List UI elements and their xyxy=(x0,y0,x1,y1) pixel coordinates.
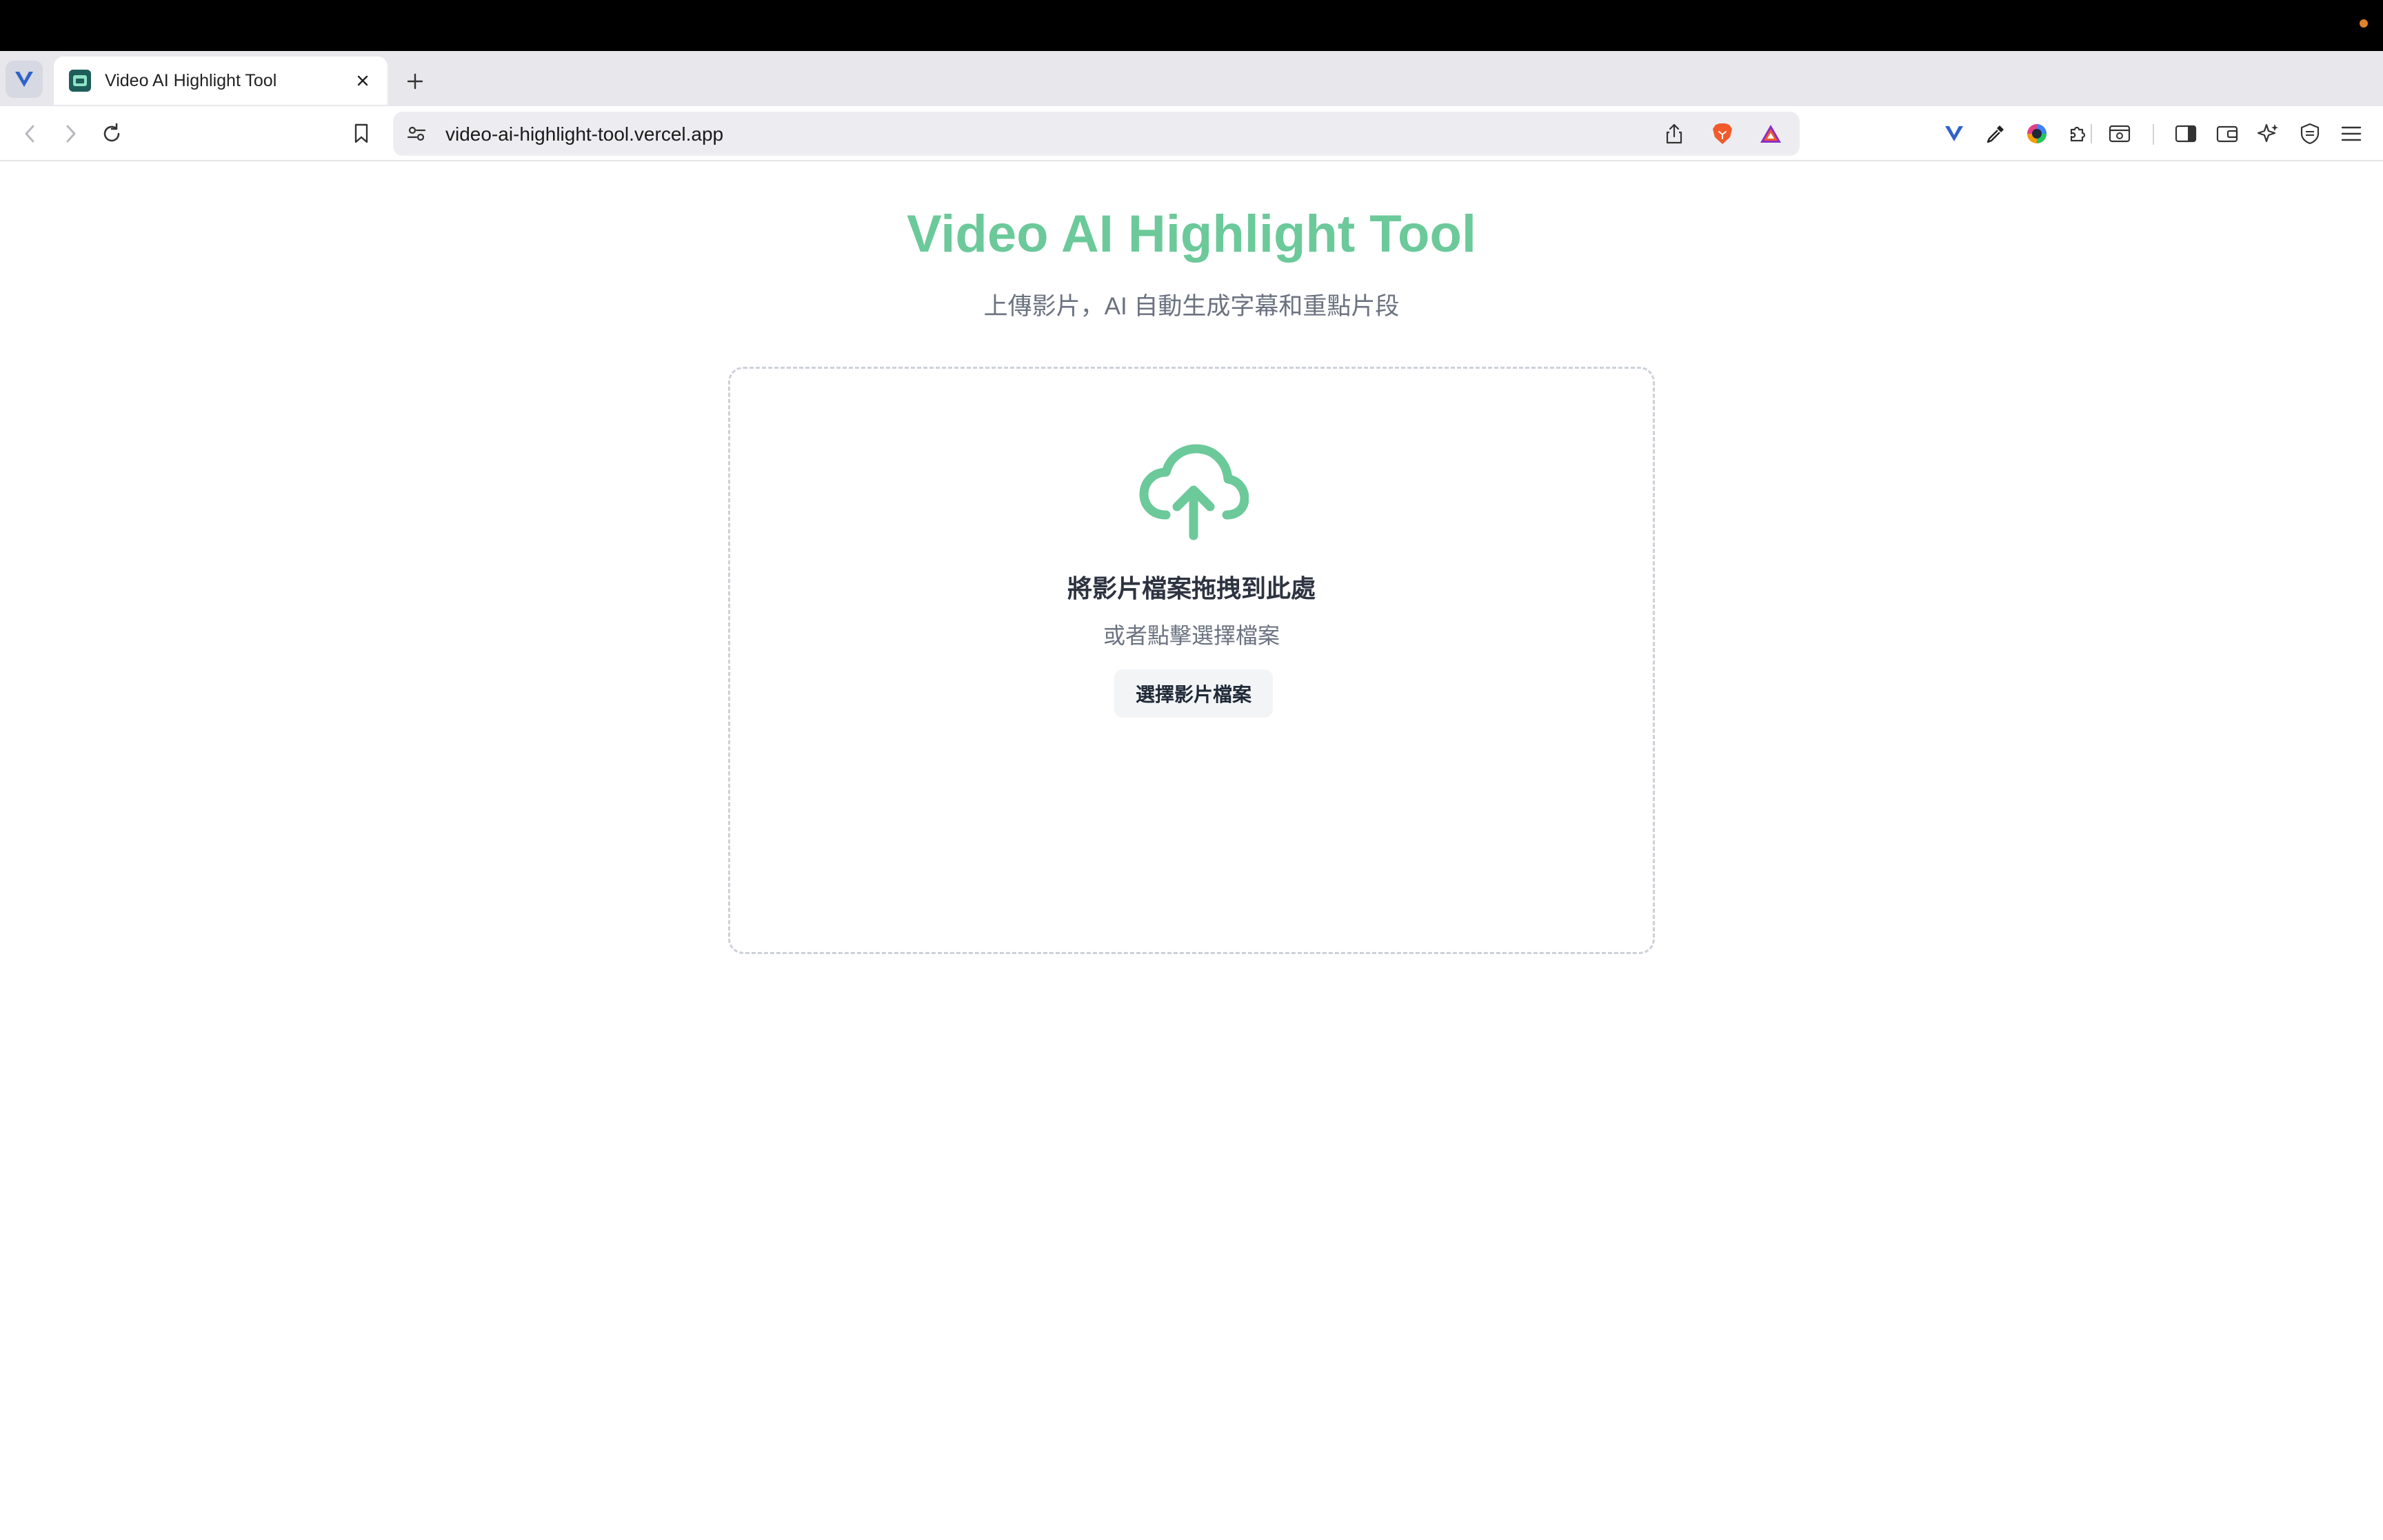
dropzone-subtitle: 或者點擊選擇檔案 xyxy=(1103,623,1280,648)
page-subtitle: 上傳影片，AI 自動生成字幕和重點片段 xyxy=(983,293,1400,320)
bookmark-icon[interactable] xyxy=(346,119,376,149)
page-title: Video AI Highlight Tool xyxy=(906,205,1477,263)
url-text: video-ai-highlight-tool.vercel.app xyxy=(445,123,724,145)
vivaldi-v-icon[interactable] xyxy=(6,61,43,98)
address-bar[interactable]: video-ai-highlight-tool.vercel.app xyxy=(393,112,2092,156)
brave-lion-icon[interactable] xyxy=(1707,119,1738,149)
tab-active[interactable]: Video AI Highlight Tool xyxy=(54,57,388,105)
recording-indicator-icon xyxy=(2360,19,2368,28)
choose-video-button[interactable]: 選擇影片檔案 xyxy=(1114,669,1273,718)
color-circle-icon[interactable] xyxy=(2022,119,2052,149)
toolbar-divider xyxy=(2153,124,2154,145)
system-top-bar xyxy=(0,0,2383,51)
puzzle-icon[interactable] xyxy=(2063,119,2093,149)
browser-toolbar: video-ai-highlight-tool.vercel.app xyxy=(0,106,2383,161)
dropzone-title: 將影片檔案拖拽到此處 xyxy=(1067,574,1316,602)
video-app-icon xyxy=(69,70,91,92)
brave-rewards-triangle-icon[interactable] xyxy=(1756,119,1786,149)
tab-title: Video AI Highlight Tool xyxy=(105,70,277,90)
leo-ai-icon[interactable] xyxy=(2253,119,2284,149)
reload-icon[interactable] xyxy=(97,119,127,149)
page-content: Video AI Highlight Tool 上傳影片，AI 自動生成字幕和重… xyxy=(0,163,2383,1540)
wallet-icon[interactable] xyxy=(2212,119,2242,149)
forward-arrow-icon[interactable] xyxy=(55,119,86,149)
menu-icon[interactable] xyxy=(2336,119,2366,149)
back-arrow-icon[interactable] xyxy=(15,119,46,149)
site-settings-icon[interactable] xyxy=(401,119,432,149)
video-dropzone[interactable]: 將影片檔案拖拽到此處 或者點擊選擇檔案 選擇影片檔案 xyxy=(728,367,1655,954)
vivaldi-v-icon[interactable] xyxy=(1939,119,1969,149)
sidebar-panel-icon[interactable] xyxy=(2171,119,2201,149)
close-icon[interactable] xyxy=(352,70,374,92)
vpn-shield-icon[interactable] xyxy=(2295,119,2325,149)
reader-icon[interactable] xyxy=(2104,119,2135,149)
eyedropper-icon[interactable] xyxy=(1980,119,2011,149)
share-icon[interactable] xyxy=(1659,119,1689,149)
plus-icon[interactable] xyxy=(400,66,430,97)
cloud-upload-icon xyxy=(1138,440,1249,544)
tab-strip: Video AI Highlight Tool xyxy=(0,51,2383,106)
